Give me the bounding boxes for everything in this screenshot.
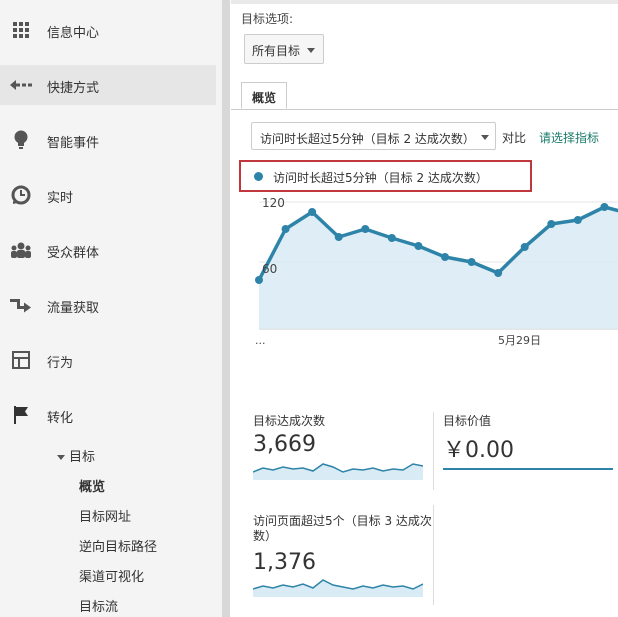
choose-metric-link[interactable]: 请选择指标 — [539, 129, 599, 146]
y-tick-label: 120 — [262, 196, 285, 210]
legend-dot-icon — [254, 172, 263, 181]
metric-select-value: 访问时长超过5分钟（目标 2 达成次数） — [260, 132, 475, 146]
people-icon — [10, 240, 32, 260]
chart-legend: 访问时长超过5分钟（目标 2 达成次数） — [239, 160, 532, 192]
sidebar-item-audience[interactable]: 受众群体 — [0, 230, 216, 270]
sidebar-item-acquisition[interactable]: 流量获取 — [0, 285, 216, 325]
lightbulb-icon — [10, 130, 32, 150]
flag-icon — [10, 405, 32, 425]
sidebar-item-label: 智能事件 — [47, 136, 100, 151]
clock-icon — [10, 185, 32, 205]
data-point[interactable] — [520, 243, 529, 251]
scorecard-divider — [433, 505, 434, 605]
chevron-down-icon — [307, 48, 315, 53]
sidebar-item-behavior[interactable]: 行为 — [0, 340, 216, 380]
sidebar-item-label: 行为 — [47, 356, 74, 371]
line-chart: 120 60 ... 5月29日 — [255, 196, 618, 347]
sidebar-item-conversions[interactable]: 转化 — [0, 395, 216, 435]
scorecard-sparkline — [253, 579, 423, 597]
scorecard-title: 目标价值 — [443, 414, 492, 428]
sidebar-subitem-reverse-goal-path[interactable]: 逆向目标路径 — [79, 536, 157, 555]
data-point[interactable] — [334, 233, 343, 241]
sidebar-subitem-goal-urls[interactable]: 目标网址 — [79, 506, 131, 525]
sidebar-subitem-funnel-visualization[interactable]: 渠道可视化 — [79, 566, 144, 585]
sidebar-item-label: 流量获取 — [47, 301, 100, 316]
sidebar-item-label: 信息中心 — [47, 26, 100, 41]
sidebar-item-label: 实时 — [47, 191, 74, 206]
data-point[interactable] — [414, 242, 423, 250]
legend-label: 访问时长超过5分钟（目标 2 达成次数） — [273, 171, 488, 185]
scorecard-value: 3,669 — [253, 432, 316, 457]
sidebar-item-realtime[interactable]: 实时 — [0, 175, 216, 215]
scorecard-divider — [433, 412, 434, 490]
sidebar-item-shortcuts[interactable]: 快捷方式 — [0, 65, 216, 105]
compare-label: 对比 — [502, 131, 527, 145]
scorecard-value: ￥0.00 — [443, 438, 514, 463]
data-point[interactable] — [547, 220, 556, 228]
data-point[interactable] — [573, 216, 582, 224]
data-point[interactable] — [308, 208, 317, 216]
x-tick-label: ... — [255, 334, 266, 347]
data-point[interactable] — [361, 225, 370, 233]
metric-select[interactable]: 访问时长超过5分钟（目标 2 达成次数） — [251, 122, 496, 150]
main-content: 目标选项: 所有目标 概览 访问时长超过5分钟（目标 2 达成次数） 对比 请选… — [231, 0, 618, 617]
data-point[interactable] — [600, 203, 609, 211]
sidebar-item-intelligence-events[interactable]: 智能事件 — [0, 120, 216, 160]
tab-bar: 概览 — [231, 82, 618, 110]
behavior-icon — [10, 350, 32, 370]
sidebar-item-dashboard[interactable]: 信息中心 — [0, 10, 216, 50]
chevron-down-icon — [57, 455, 65, 460]
sidebar: 信息中心 快捷方式 智能事件 实时 受众群体 流量获取 行为 转化 目标 概览 … — [0, 0, 222, 617]
sidebar-subitem-goal-flow[interactable]: 目标流 — [79, 596, 118, 615]
sidebar-subitem-overview[interactable]: 概览 — [79, 476, 105, 495]
acquisition-icon — [10, 295, 32, 315]
scorecard-value: 1,376 — [253, 550, 316, 575]
data-point[interactable] — [494, 269, 503, 277]
scorecard-sparkline — [443, 468, 613, 470]
y-tick-label: 60 — [262, 262, 277, 276]
scorecard-title: 访问页面超过5个（目标 3 达成次数） — [253, 514, 432, 543]
tab-overview[interactable]: 概览 — [241, 82, 287, 109]
sidebar-item-label: 受众群体 — [47, 246, 100, 261]
scorecard-sparkline — [253, 463, 423, 480]
goal-select-value: 所有目标 — [252, 44, 301, 58]
sidebar-item-label: 转化 — [47, 411, 74, 426]
top-divider — [231, 0, 618, 4]
data-point[interactable] — [467, 258, 476, 266]
data-point[interactable] — [281, 225, 290, 233]
data-point[interactable] — [441, 253, 449, 261]
goal-select[interactable]: 所有目标 — [244, 34, 324, 64]
x-tick-label: 5月29日 — [498, 334, 541, 347]
shortcut-arrow-icon — [10, 75, 32, 95]
chevron-down-icon — [481, 135, 489, 140]
goal-options-label: 目标选项: — [241, 12, 294, 26]
data-point[interactable] — [255, 276, 263, 284]
sidebar-subgroup-goals[interactable]: 目标 — [57, 446, 95, 465]
sidebar-item-label: 快捷方式 — [47, 81, 100, 96]
grid-icon — [10, 20, 32, 40]
scorecard-title: 目标达成次数 — [253, 414, 326, 428]
sidebar-scrollbar[interactable] — [222, 0, 230, 617]
data-point[interactable] — [387, 234, 396, 242]
